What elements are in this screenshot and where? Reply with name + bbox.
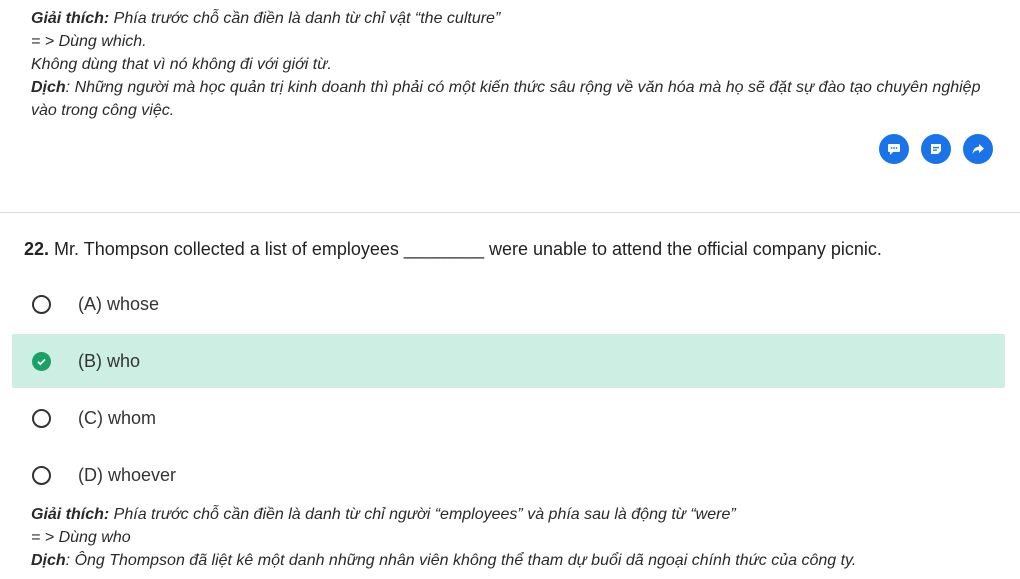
answer-explanation: Giải thích: Phía trước chỗ cần điền là d… [31,503,1006,572]
radio-unselected-icon[interactable] [32,294,51,314]
translation-label: Dịch [31,79,66,96]
option-label: (D) whoever [78,464,177,485]
explanation-line: = > Dùng which. [31,33,147,50]
translation-label: Dịch [31,552,66,569]
comment-button[interactable] [879,134,909,164]
translation-line: Dịch: Ông Thompson đã liệt kê một danh n… [31,549,1006,572]
question-body: Mr. Thompson collected a list of employe… [49,239,882,259]
translation-line: Dịch: Những người mà học quản trị kinh d… [31,76,1006,122]
explanation-text: Phía trước chỗ cần điền là danh từ chỉ n… [109,506,736,523]
radio-unselected-icon[interactable] [32,408,51,428]
option-label: (A) whose [78,293,160,314]
explanation-line: Giải thích: Phía trước chỗ cần điền là d… [31,503,1006,526]
previous-explanation: Giải thích: Phía trước chỗ cần điền là d… [31,7,1006,122]
option-b[interactable]: (B) who [12,334,1005,388]
translation-text: : Những người mà học quản trị kinh doanh… [31,79,981,119]
option-label: (C) whom [78,407,157,428]
option-c[interactable]: (C) whom [12,391,1005,445]
translation-text: : Ông Thompson đã liệt kê một danh những… [65,552,857,569]
explanation-label: Giải thích: [31,10,110,27]
comment-icon [888,144,900,155]
explanation-text: Phía trước chỗ cần điền là danh từ chỉ v… [109,10,501,27]
radio-unselected-icon[interactable] [32,465,51,485]
note-button[interactable] [921,134,951,164]
share-icon [972,144,984,154]
explanation-line: = > Dùng who [31,529,131,546]
question-text: 22. Mr. Thompson collected a list of emp… [24,239,882,260]
action-buttons [879,134,993,164]
option-a[interactable]: (A) whose [12,277,1005,331]
section-divider [0,212,1020,213]
check-circle-icon[interactable] [32,351,51,371]
share-button[interactable] [963,134,993,164]
option-label: (B) who [78,350,141,371]
note-icon [931,144,941,154]
option-d[interactable]: (D) whoever [12,448,1005,502]
explanation-line: Không dùng that vì nó không đi với giới … [31,56,332,73]
question-number: 22. [24,239,50,259]
explanation-line: Giải thích: Phía trước chỗ cần điền là d… [31,7,1006,30]
explanation-label: Giải thích: [31,506,110,523]
